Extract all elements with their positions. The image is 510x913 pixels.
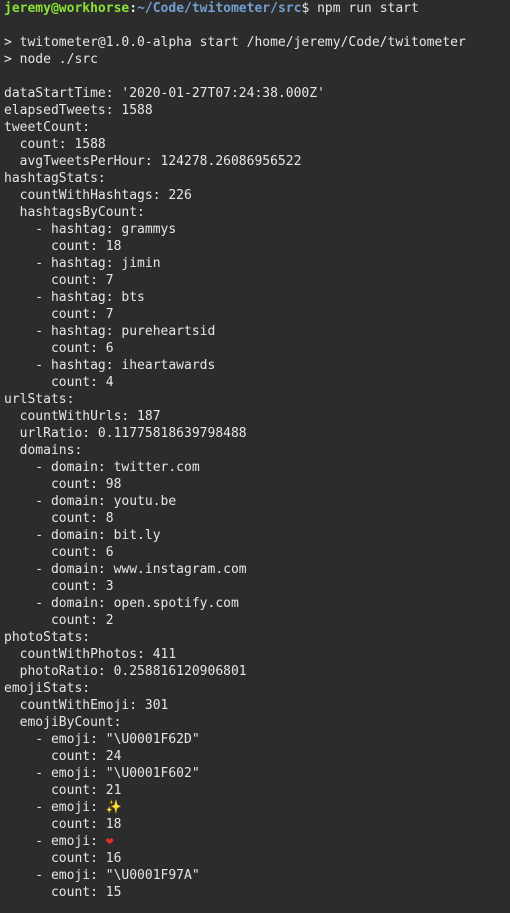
output-line: - domain: bit.ly <box>4 528 161 543</box>
npm-output-line: > node ./src <box>4 52 98 67</box>
output-line: hashtagsByCount: <box>4 205 145 220</box>
output-line: count: 7 <box>4 273 114 288</box>
output-line: elapsedTweets: 1588 <box>4 103 153 118</box>
output-line: count: 8 <box>4 511 114 526</box>
prompt-user-host: jeremy@workhorse <box>4 1 130 16</box>
output-line: dataStartTime: '2020-01-27T07:24:38.000Z… <box>4 86 325 101</box>
emoji-heart-line: - emoji: ❤ <box>0 833 510 850</box>
output-line: - domain: open.spotify.com <box>4 596 239 611</box>
prompt-command: npm run start <box>309 1 419 16</box>
output-line: - hashtag: iheartawards <box>4 358 216 373</box>
output-line: urlRatio: 0.11775818639798488 <box>4 426 247 441</box>
output-line: - domain: www.instagram.com <box>4 562 247 577</box>
output-line: count: 18 <box>4 817 122 832</box>
output-line: count: 1588 <box>4 137 106 152</box>
output-line: countWithEmoji: 301 <box>4 698 169 713</box>
output-line: urlStats: <box>4 392 75 407</box>
output-line: - emoji: "\U0001F602" <box>4 766 200 781</box>
output-line: count: 7 <box>4 307 114 322</box>
output-line: - hashtag: pureheartsid <box>4 324 216 339</box>
output-block-end: count: 16 - emoji: "\U0001F97A" count: 1… <box>0 850 510 901</box>
output-line: - emoji: "\U0001F97A" <box>4 868 200 883</box>
output-line: count: 15 <box>4 885 122 900</box>
output-line: domains: <box>4 443 83 458</box>
output-line: count: 24 <box>4 749 122 764</box>
output-line: count: 3 <box>4 579 114 594</box>
output-block: dataStartTime: '2020-01-27T07:24:38.000Z… <box>0 85 510 799</box>
output-line: - domain: twitter.com <box>4 460 200 475</box>
output-line: - hashtag: grammys <box>4 222 177 237</box>
output-line: photoStats: <box>4 630 91 645</box>
output-line: tweetCount: <box>4 120 91 135</box>
emoji-line-prefix: - emoji: <box>4 800 106 815</box>
output-line: count: 16 <box>4 851 122 866</box>
output-line: photoRatio: 0.258816120906801 <box>4 664 247 679</box>
output-line: countWithUrls: 187 <box>4 409 161 424</box>
output-line: countWithPhotos: 411 <box>4 647 177 662</box>
output-line: count: 18 <box>4 239 122 254</box>
output-line: hashtagStats: <box>4 171 106 186</box>
output-line: count: 2 <box>4 613 114 628</box>
output-line: - hashtag: jimin <box>4 256 161 271</box>
output-line: countWithHashtags: 226 <box>4 188 192 203</box>
output-line: count: 4 <box>4 375 114 390</box>
heart-emoji-icon: ❤ <box>105 834 114 849</box>
emoji-sparkle-line: - emoji: ✨ <box>0 799 510 816</box>
output-line: count: 6 <box>4 341 114 356</box>
npm-output-line: > twitometer@1.0.0-alpha start /home/jer… <box>4 35 466 50</box>
terminal-window[interactable]: jeremy@workhorse:~/Code/twitometer/src$ … <box>0 0 510 913</box>
output-line: - emoji: "\U0001F62D" <box>4 732 200 747</box>
emoji-line-prefix: - emoji: <box>4 834 106 849</box>
output-line: emojiByCount: <box>4 715 122 730</box>
prompt-separator: : <box>129 1 138 16</box>
output-line: count: 6 <box>4 545 114 560</box>
output-line: count: 21 <box>4 783 122 798</box>
output-line: - domain: youtu.be <box>4 494 177 509</box>
output-line: emojiStats: <box>4 681 91 696</box>
output-line: count: 98 <box>4 477 122 492</box>
prompt-path: ~/Code/twitometer/src <box>137 1 302 16</box>
output-line: - hashtag: bts <box>4 290 145 305</box>
sparkle-emoji-icon: ✨ <box>105 800 122 815</box>
prompt-line: jeremy@workhorse:~/Code/twitometer/src$ … <box>0 0 510 17</box>
output-line: avgTweetsPerHour: 124278.26086956522 <box>4 154 302 169</box>
